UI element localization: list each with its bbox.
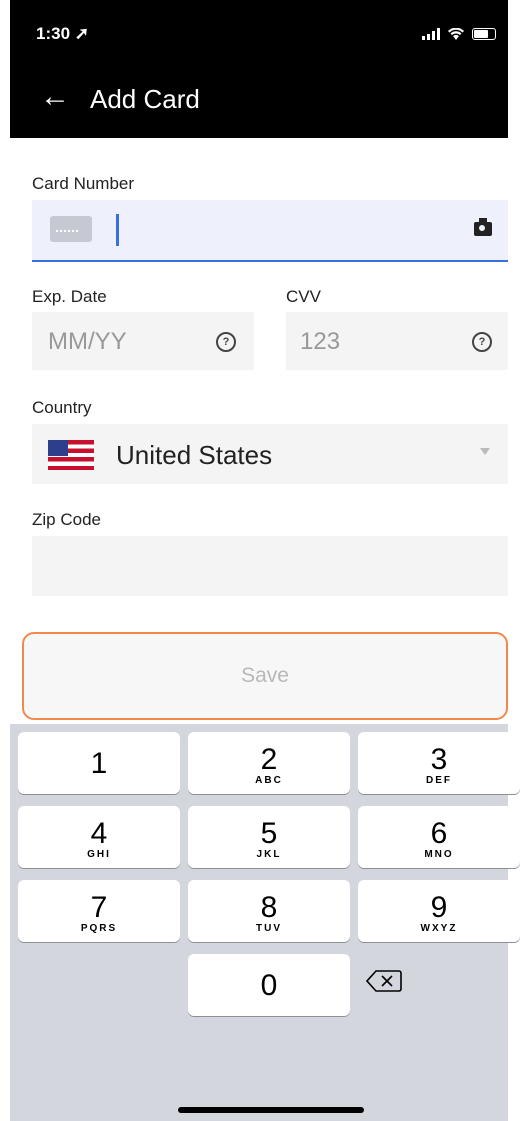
- key-6[interactable]: 6 MNO: [358, 806, 520, 868]
- help-icon[interactable]: ?: [472, 332, 492, 352]
- exp-date-input[interactable]: MM/YY ?: [32, 312, 254, 370]
- country-label: Country: [32, 398, 92, 417]
- key-4[interactable]: 4 GHI: [18, 806, 180, 868]
- camera-icon[interactable]: [474, 218, 492, 236]
- status-time: 1:30 ➚: [36, 24, 90, 43]
- numeric-keypad: 1 2 ABC 3 DEF 4 GHI 5 JKL 6 MNO 7 PQRS 8 TUV 9W…: [10, 724, 520, 1121]
- back-arrow-icon[interactable]: ←: [40, 82, 70, 112]
- header: 1:30 ➚ ← Add Card: [10, 0, 508, 138]
- zip-code-label: Zip Code: [32, 510, 101, 529]
- key-0[interactable]: 0: [188, 954, 350, 1016]
- key-3[interactable]: 3 DEF: [358, 732, 520, 794]
- cvv-input[interactable]: 123 ?: [286, 312, 508, 370]
- zip-code-input[interactable]: [32, 536, 508, 596]
- us-flag-icon: [48, 440, 94, 470]
- cvv-label: CVV: [286, 287, 321, 306]
- help-icon[interactable]: ?: [216, 332, 236, 352]
- save-button[interactable]: Save: [22, 632, 508, 720]
- key-1[interactable]: 1: [18, 732, 180, 794]
- signal-icon: [422, 28, 440, 40]
- country-value: United States: [116, 440, 273, 470]
- location-icon: ➚: [74, 24, 90, 43]
- card-icon: [50, 216, 92, 242]
- key-8[interactable]: 8 TUV: [188, 880, 350, 942]
- key-9[interactable]: 9 WXYZ: [358, 880, 520, 942]
- key-7[interactable]: 7 PQRS: [18, 880, 180, 942]
- home-indicator: [178, 1107, 364, 1113]
- wifi-icon: [448, 28, 464, 40]
- cvv-placeholder: 123: [300, 328, 341, 355]
- exp-date-label: Exp. Date: [32, 287, 107, 306]
- save-area: Save: [10, 630, 508, 728]
- card-number-input[interactable]: [32, 200, 508, 262]
- battery-icon: [472, 28, 496, 40]
- card-number-label: Card Number: [32, 174, 135, 193]
- app-frame: 1:30 ➚ ← Add Card Card Number Exp. Date …: [10, 0, 520, 1121]
- status-icons: [422, 28, 496, 40]
- key-5[interactable]: 5 JKL: [188, 806, 350, 868]
- backspace-icon[interactable]: [366, 969, 402, 993]
- text-cursor: [116, 214, 119, 246]
- chevron-down-icon: [480, 448, 490, 455]
- page-title: Add Card: [90, 84, 200, 114]
- country-select[interactable]: United States: [32, 424, 508, 484]
- key-2[interactable]: 2 ABC: [188, 732, 350, 794]
- exp-date-placeholder: MM/YY: [48, 328, 127, 355]
